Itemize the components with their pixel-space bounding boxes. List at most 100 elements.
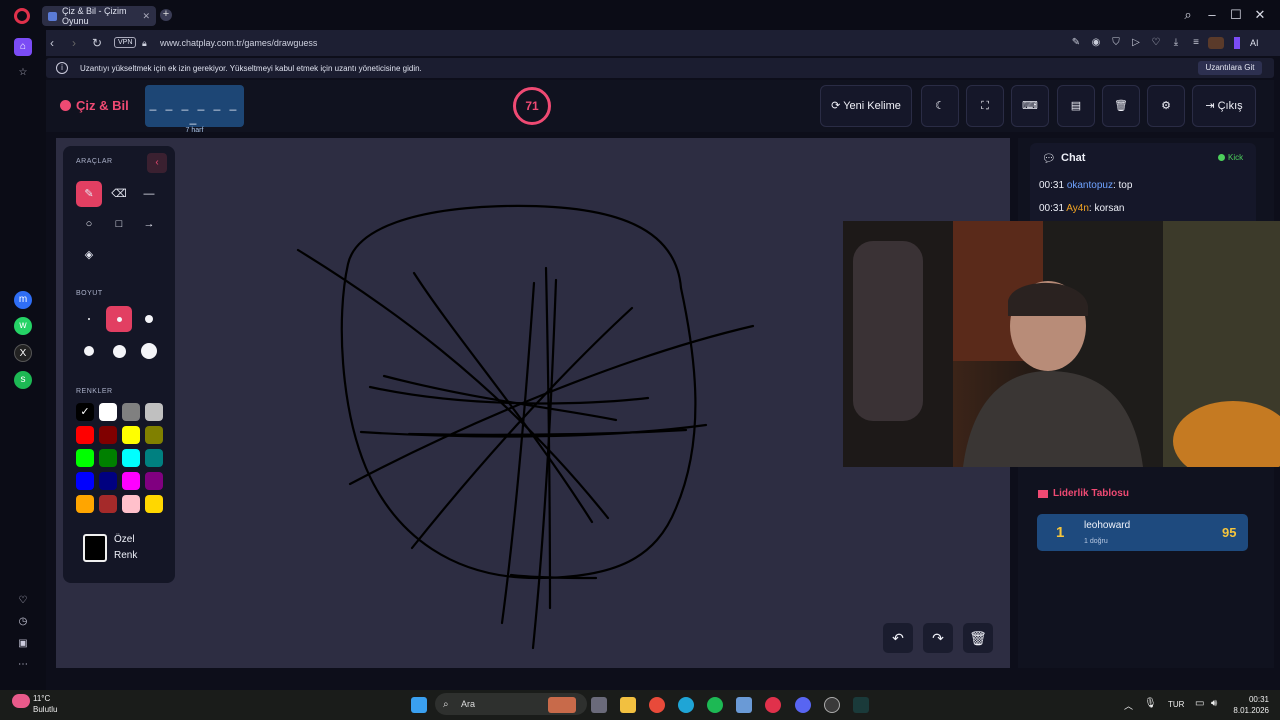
reload-icon[interactable]: ↻ [92, 36, 102, 50]
chat-user[interactable]: Ay4n [1066, 203, 1089, 214]
custom-color-swatch[interactable] [83, 534, 107, 562]
spotify-taskbar-icon[interactable] [707, 697, 723, 713]
home-icon[interactable]: ⌂ [14, 38, 32, 56]
new-tab-button[interactable]: + [160, 9, 172, 21]
color-swatch[interactable] [145, 472, 163, 490]
color-swatch[interactable] [122, 426, 140, 444]
extensions-icon[interactable]: ▣ [14, 635, 32, 653]
messenger-icon[interactable]: m [14, 291, 32, 309]
size-option-4[interactable] [76, 338, 102, 364]
spotify-icon[interactable]: s [14, 371, 32, 389]
color-swatch[interactable] [99, 403, 117, 421]
terminal-icon[interactable] [853, 697, 869, 713]
color-swatch[interactable] [99, 495, 117, 513]
color-swatch[interactable] [145, 495, 163, 513]
color-swatch[interactable] [122, 403, 140, 421]
size-option-3[interactable] [136, 306, 162, 332]
play-icon[interactable]: ▷ [1130, 37, 1142, 49]
archive-button[interactable]: ▤ [1057, 85, 1095, 127]
theme-toggle-button[interactable]: ☾ [921, 85, 959, 127]
microphone-icon[interactable]: 🎙︎ [1144, 698, 1157, 709]
tray-chevron-icon[interactable]: ︿ [1124, 699, 1133, 712]
task-view-icon[interactable] [591, 697, 607, 713]
speed-dial-icon[interactable]: ☆ [14, 64, 32, 82]
color-swatch[interactable] [76, 495, 94, 513]
size-option-1[interactable] [76, 306, 102, 332]
line-tool[interactable]: — [136, 181, 162, 207]
circle-tool[interactable]: ○ [76, 211, 102, 237]
more-icon[interactable]: ⋯ [14, 656, 32, 674]
chrome-icon[interactable] [649, 697, 665, 713]
tab-close-icon[interactable]: ✕ [142, 11, 150, 22]
forward-icon[interactable]: › [72, 36, 76, 50]
color-swatch[interactable] [99, 449, 117, 467]
color-swatch[interactable] [145, 426, 163, 444]
color-swatch[interactable] [76, 449, 94, 467]
fullscreen-button[interactable]: ⛶ [966, 85, 1004, 127]
search-tabs-icon[interactable]: ⌕ [1181, 8, 1195, 22]
size-option-5[interactable] [106, 338, 132, 364]
color-swatch[interactable] [122, 495, 140, 513]
fill-tool[interactable]: ◈ [76, 242, 102, 268]
weather-temp[interactable]: 11°C [33, 694, 50, 703]
maximize-icon[interactable]: ☐ [1229, 8, 1243, 22]
volume-icon[interactable]: 🔊︎ [1211, 698, 1217, 709]
color-swatch[interactable] [99, 426, 117, 444]
brand[interactable]: Çiz & Bil [60, 98, 129, 113]
bookmark-heart-icon[interactable]: ♡ [1150, 37, 1162, 49]
discord-icon[interactable] [795, 697, 811, 713]
color-swatch[interactable] [145, 403, 163, 421]
clear-canvas-button[interactable]: 🗑︎ [963, 623, 993, 653]
new-word-button[interactable]: ⟳ Yeni Kelime [820, 85, 912, 127]
color-swatch[interactable] [76, 472, 94, 490]
arrow-tool[interactable]: → [136, 211, 162, 237]
x-icon[interactable]: X [14, 344, 32, 362]
go-to-extensions-button[interactable]: Uzantılara Git [1198, 61, 1262, 75]
app-icon[interactable] [736, 697, 752, 713]
redo-button[interactable]: ↷ [923, 623, 953, 653]
rectangle-tool[interactable]: □ [106, 211, 132, 237]
delete-button[interactable]: 🗑︎ [1102, 85, 1140, 127]
network-icon[interactable]: ▭ [1195, 698, 1204, 709]
weather-icon[interactable] [12, 694, 30, 708]
color-swatch[interactable] [99, 472, 117, 490]
file-explorer-icon[interactable] [620, 697, 636, 713]
minimize-icon[interactable]: – [1205, 8, 1219, 22]
heart-icon[interactable]: ♡ [14, 592, 32, 610]
url-field[interactable]: www.chatplay.com.tr/games/drawguess [160, 38, 317, 48]
opera-logo-icon[interactable] [14, 8, 30, 24]
vpn-badge[interactable]: VPN [114, 37, 137, 48]
settings-button[interactable]: ⚙ [1147, 85, 1185, 127]
download-icon[interactable]: ⤓ [1170, 37, 1182, 49]
chat-user[interactable]: okantopuz [1067, 180, 1113, 191]
taskbar-clock[interactable]: 00:31 8.01.2026 [1233, 694, 1269, 716]
ai-button[interactable]: AI [1250, 38, 1259, 48]
color-swatch[interactable] [76, 426, 94, 444]
language-indicator[interactable]: TUR [1168, 700, 1184, 709]
keyboard-button[interactable]: ⌨ [1011, 85, 1049, 127]
camera-icon[interactable]: ◉ [1090, 37, 1102, 49]
whatsapp-icon[interactable]: w [14, 317, 32, 335]
undo-button[interactable]: ↶ [883, 623, 913, 653]
edge-icon[interactable] [678, 697, 694, 713]
menu-icon[interactable]: ≡ [1190, 37, 1202, 49]
weather-desc[interactable]: Bulutlu [33, 705, 57, 714]
exit-button[interactable]: ⇥ Çıkış [1192, 85, 1256, 127]
back-icon[interactable]: ‹ [50, 36, 54, 50]
color-swatch[interactable] [122, 472, 140, 490]
browser-tab[interactable]: Çiz & Bil - Çizim Oyunu ✕ [42, 6, 156, 26]
size-option-6[interactable] [136, 338, 162, 364]
color-swatch[interactable] [145, 449, 163, 467]
snapshot-icon[interactable]: ✎ [1070, 37, 1082, 49]
eraser-tool[interactable]: ⌫ [106, 181, 132, 207]
obs-icon[interactable] [824, 697, 840, 713]
start-icon[interactable] [411, 697, 427, 713]
history-icon[interactable]: ◷ [14, 613, 32, 631]
lock-icon[interactable]: 🔒︎ [142, 38, 147, 49]
opera-taskbar-icon[interactable] [765, 697, 781, 713]
color-swatch[interactable] [122, 449, 140, 467]
collapse-panel-button[interactable]: ‹ [147, 153, 167, 173]
profile-avatar[interactable] [1208, 37, 1224, 49]
close-window-icon[interactable]: ✕ [1253, 8, 1267, 22]
size-option-2[interactable] [106, 306, 132, 332]
